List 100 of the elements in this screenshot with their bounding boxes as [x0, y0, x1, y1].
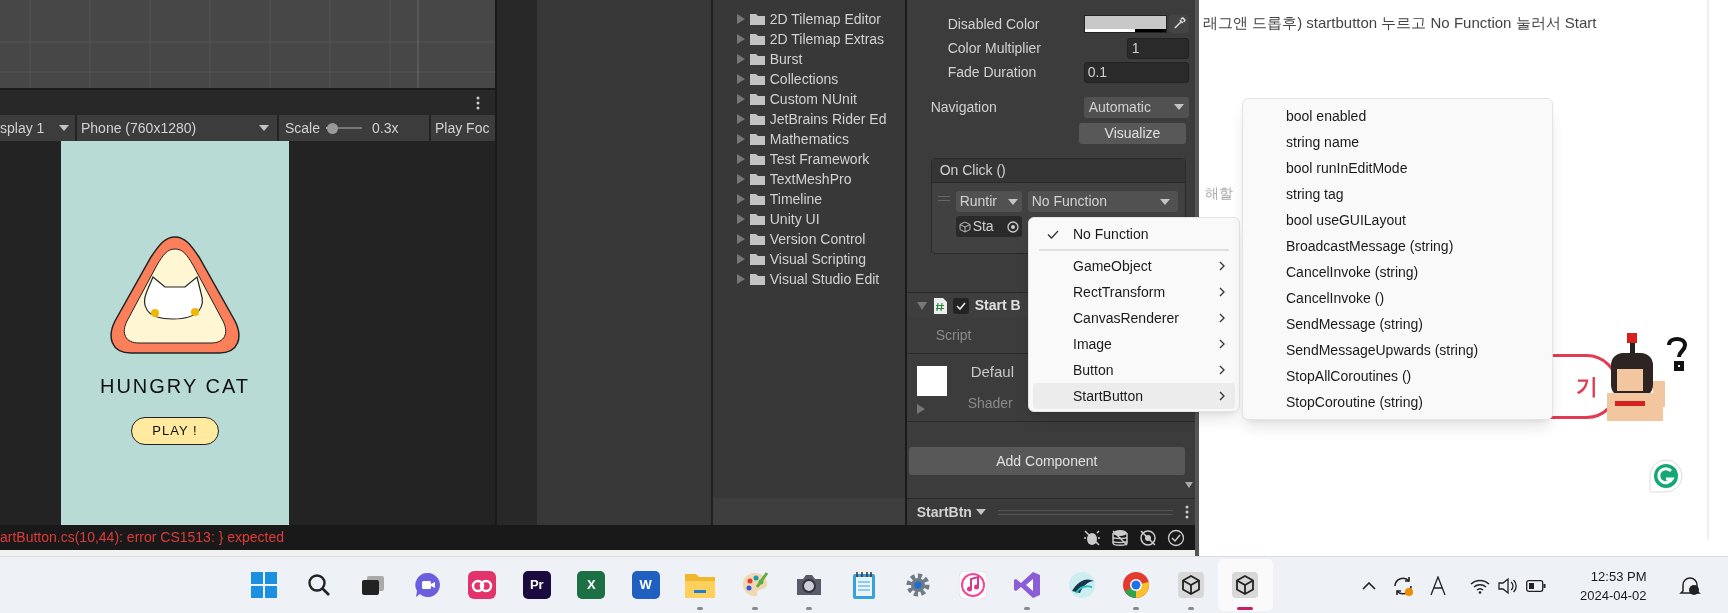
add-component-button[interactable]: Add Component: [908, 447, 1185, 475]
enabled-checkbox[interactable]: [952, 297, 969, 314]
play-focus-dropdown[interactable]: Play Foc: [431, 115, 495, 141]
folder-icon: [749, 173, 765, 185]
menu-item[interactable]: GameObject: [1033, 253, 1235, 279]
grammar-assistant-icon[interactable]: [1648, 458, 1684, 494]
folder-icon: [749, 253, 765, 265]
foldout-arrow-icon[interactable]: [916, 301, 927, 310]
folder-name[interactable]: Unity UI: [769, 208, 820, 230]
settings-icon[interactable]: [905, 572, 932, 598]
music-note-icon[interactable]: [958, 571, 987, 599]
taskbar-button[interactable]: Pr: [509, 559, 564, 611]
visualize-button[interactable]: Visualize: [1079, 123, 1186, 144]
folder-icon: [749, 33, 765, 45]
app-tile-icon[interactable]: Pr: [522, 571, 551, 599]
scroll-down-arrow-icon[interactable]: [1185, 482, 1193, 488]
menu-item[interactable]: CancelInvoke (string): [1243, 259, 1552, 285]
folder-name[interactable]: TextMeshPro: [769, 168, 852, 190]
check-circle-icon[interactable]: [1167, 528, 1185, 547]
menu-item[interactable]: string tag: [1243, 181, 1552, 207]
folder-icon: [749, 233, 765, 245]
menu-item[interactable]: Button: [1033, 357, 1235, 383]
menu-item[interactable]: RectTransform: [1033, 279, 1235, 305]
menu-item[interactable]: StopAllCoroutines (): [1243, 363, 1552, 389]
chevron-right-icon: [1219, 313, 1225, 323]
menu-item[interactable]: Image: [1033, 331, 1235, 357]
app-tile-icon[interactable]: X: [577, 571, 606, 599]
search-icon[interactable]: [306, 573, 331, 597]
chevron-up-icon[interactable]: [1362, 581, 1376, 590]
number-field[interactable]: 0.1: [1083, 61, 1189, 83]
folder-name[interactable]: Visual Scripting: [769, 248, 866, 270]
folder-icon: [749, 153, 765, 165]
menu-item[interactable]: CancelInvoke (): [1243, 285, 1552, 311]
battery-icon[interactable]: [1526, 579, 1546, 592]
taskbar-button[interactable]: W: [618, 559, 673, 611]
foldout-arrow-icon[interactable]: [916, 403, 925, 414]
sync-icon[interactable]: [1392, 574, 1414, 597]
menu-item[interactable]: BroadcastMessage (string): [1243, 233, 1552, 259]
folder-name[interactable]: 2D Tilemap Editor: [769, 8, 882, 30]
folder-name[interactable]: Custom NUnit: [769, 88, 857, 110]
bug-icon[interactable]: [1083, 528, 1101, 547]
script-label: Script: [935, 326, 972, 345]
notepad-icon[interactable]: [851, 571, 876, 599]
folder-name[interactable]: Mathematics: [769, 128, 850, 150]
database-icon[interactable]: [1111, 528, 1129, 547]
resolution-dropdown[interactable]: Phone (760x1280): [77, 115, 277, 141]
event-title: On Click (): [939, 161, 1006, 180]
runtime-dropdown[interactable]: Runtir: [955, 191, 1022, 212]
menu-item[interactable]: bool enabled: [1243, 103, 1552, 129]
object-name-dropdown[interactable]: StartBtn: [916, 501, 986, 523]
drag-handle-icon[interactable]: [937, 196, 950, 201]
taskbar-button[interactable]: X: [564, 559, 619, 611]
folder-name[interactable]: JetBrains Rider Ed: [769, 108, 887, 130]
browser-icon[interactable]: [1122, 571, 1151, 599]
menu-item[interactable]: SendMessage (string): [1243, 311, 1552, 337]
chat-bubble-icon[interactable]: [414, 572, 441, 598]
folder-icon[interactable]: [685, 572, 716, 598]
taskbar-button[interactable]: [1218, 559, 1273, 611]
color-swatch-field[interactable]: [1083, 15, 1167, 33]
function-dropdown[interactable]: No Function: [1027, 191, 1178, 212]
object-field[interactable]: Sta: [955, 216, 1022, 237]
number-field[interactable]: 1: [1126, 37, 1189, 59]
menu-item[interactable]: bool runInEditMode: [1243, 155, 1552, 181]
menu-item[interactable]: string name: [1243, 129, 1552, 155]
windows-logo-icon[interactable]: [251, 572, 278, 598]
cube-icon[interactable]: [1177, 572, 1204, 598]
more-options-icon[interactable]: [476, 95, 480, 110]
play-button[interactable]: PLAY !: [131, 417, 219, 445]
eye-off-icon[interactable]: [1139, 528, 1157, 547]
folder-name[interactable]: Collections: [769, 68, 839, 90]
cube-icon[interactable]: [1232, 572, 1259, 598]
game-title: HUNGRY CAT: [100, 374, 250, 399]
folder-name[interactable]: Version Control: [769, 228, 866, 250]
notification-bell-icon[interactable]: [1678, 574, 1701, 597]
menu-item[interactable]: StartButton: [1033, 383, 1235, 409]
task-view-icon[interactable]: [361, 574, 386, 596]
menu-item[interactable]: SendMessageUpwards (string): [1243, 337, 1552, 363]
app-tile-icon[interactable]: W: [631, 571, 660, 599]
clock[interactable]: 12:53 PM 2024-04-02: [1580, 566, 1647, 605]
menu-item[interactable]: CanvasRenderer: [1033, 305, 1235, 331]
navigation-dropdown[interactable]: Automatic: [1083, 96, 1189, 118]
camera-icon[interactable]: [795, 573, 824, 597]
eyedropper-icon[interactable]: [1168, 15, 1189, 33]
menu-item[interactable]: bool useGUILayout: [1243, 207, 1552, 233]
folder-name[interactable]: Timeline: [769, 188, 823, 210]
menu-item[interactable]: StopCoroutine (string): [1243, 389, 1552, 415]
folder-name[interactable]: Test Framework: [769, 148, 870, 170]
folder-name[interactable]: Burst: [769, 48, 803, 70]
wifi-icon[interactable]: [1470, 577, 1490, 594]
display-dropdown[interactable]: splay 1: [0, 115, 75, 141]
folder-name[interactable]: 2D Tilemap Extras: [769, 28, 885, 50]
input-method-icon[interactable]: [1430, 575, 1446, 596]
ribbon-app-icon[interactable]: [1013, 571, 1042, 599]
volume-icon[interactable]: [1498, 576, 1518, 595]
target-icon[interactable]: [1006, 220, 1019, 233]
menu-item[interactable]: No Function: [1033, 221, 1235, 247]
folder-name[interactable]: Visual Studio Edit: [769, 268, 880, 290]
folder-icon: [749, 113, 765, 125]
palette-icon[interactable]: [740, 571, 769, 599]
more-options-icon[interactable]: [1185, 505, 1189, 519]
